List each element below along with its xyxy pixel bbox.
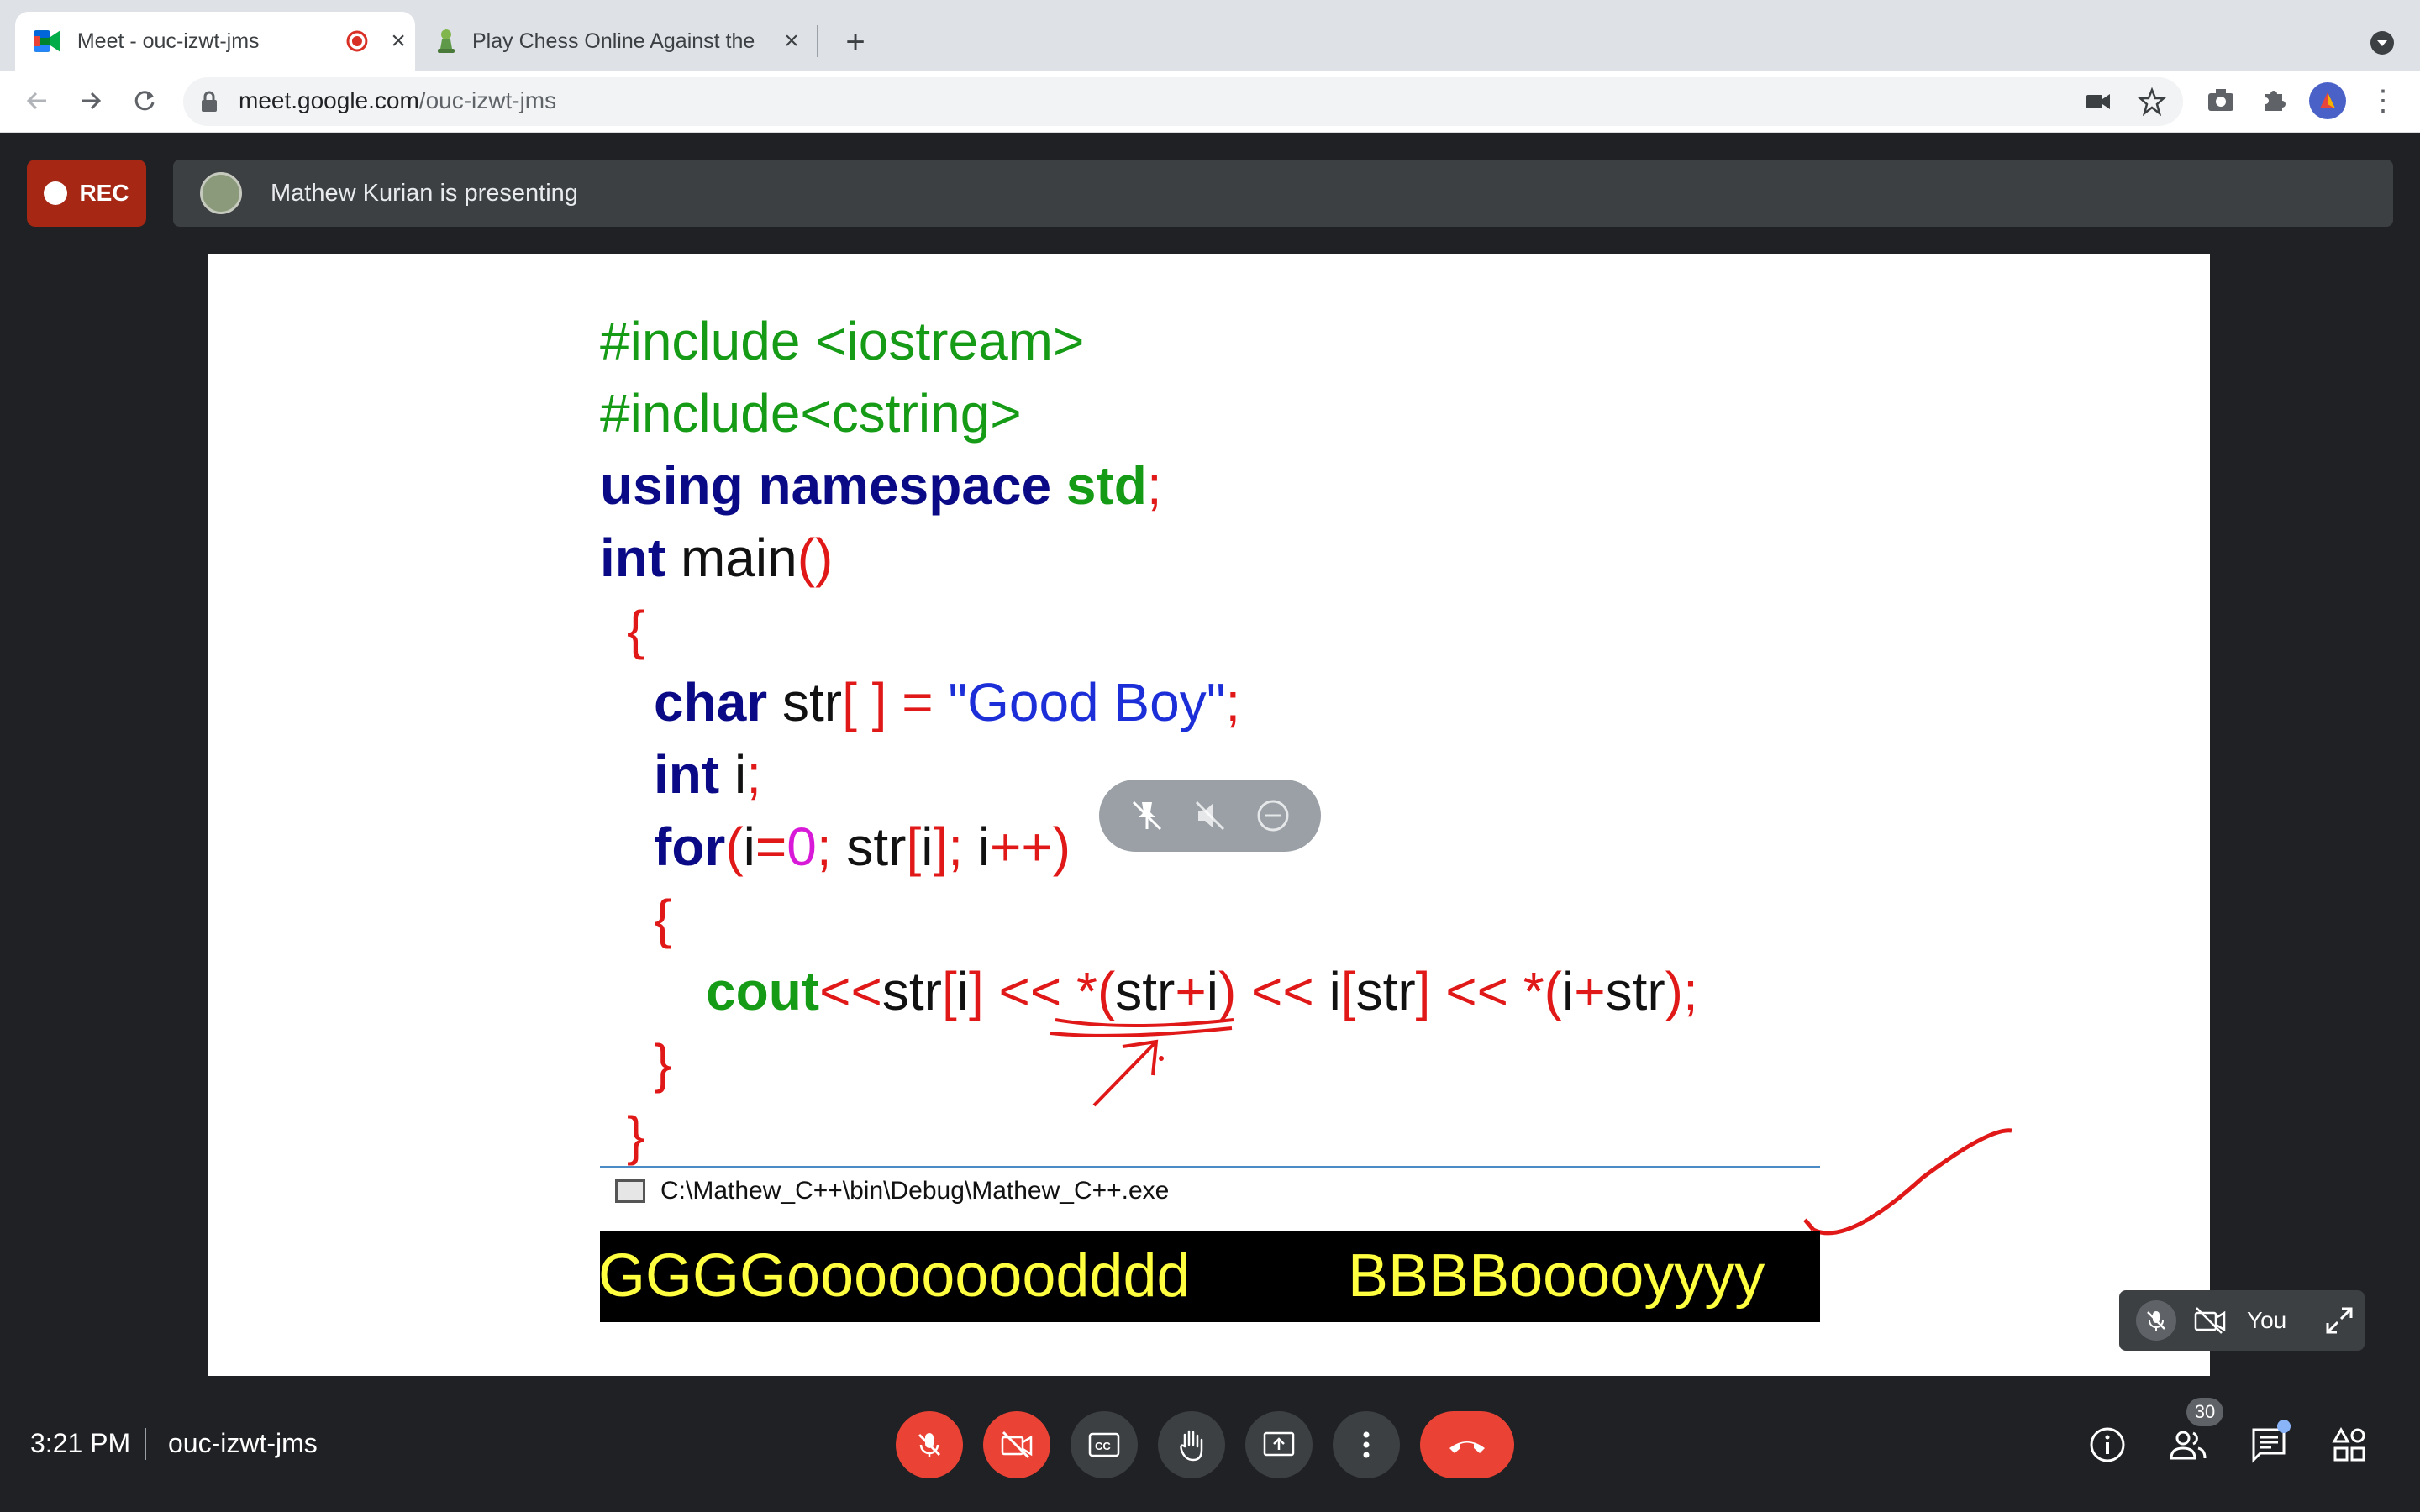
- recording-badge[interactable]: REC: [27, 160, 146, 227]
- mute-audio-icon[interactable]: [1190, 795, 1230, 836]
- browser-menu-button[interactable]: ⋮: [2363, 81, 2403, 121]
- tab-search-button[interactable]: [2370, 30, 2395, 60]
- participant-count-badge: 30: [2186, 1398, 2223, 1426]
- presenter-avatar: [200, 172, 242, 214]
- people-icon: [2170, 1431, 2207, 1460]
- chess-pawn-icon: [438, 29, 455, 53]
- tab-title: Meet - ouc-izwt-jms: [76, 29, 260, 53]
- profile-avatar[interactable]: [2309, 82, 2346, 119]
- presenter-text: Mathew Kurian is presenting: [271, 179, 578, 207]
- record-dot-icon: [44, 181, 68, 205]
- camera-off-icon: [2194, 1307, 2226, 1334]
- mic-off-icon: [2147, 1311, 2165, 1331]
- unpin-icon[interactable]: [1127, 795, 1167, 836]
- address-bar[interactable]: meet.google.com/ouc-izwt-jms: [183, 77, 2183, 126]
- participant-hover-controls: [1099, 780, 1321, 852]
- bookmark-star-icon[interactable]: [2138, 87, 2166, 116]
- presenting-banner: Mathew Kurian is presenting: [173, 160, 2393, 227]
- more-options-button[interactable]: [1333, 1411, 1400, 1478]
- console-output-line-2: BBBBooooyyyy: [1348, 1242, 1765, 1310]
- self-view-tile[interactable]: You: [2119, 1290, 2365, 1351]
- recording-label: REC: [79, 180, 129, 206]
- present-screen-icon: [1263, 1431, 1295, 1457]
- back-button[interactable]: [17, 81, 57, 121]
- svg-text:CC: CC: [1095, 1440, 1111, 1452]
- tab-divider: [817, 25, 818, 57]
- hang-up-icon: [1449, 1441, 1485, 1453]
- profile-icon: [2320, 92, 2335, 108]
- recording-indicator-icon: [346, 30, 368, 52]
- leave-call-button[interactable]: [1420, 1411, 1514, 1478]
- arrow-left-icon: [26, 92, 46, 110]
- camera-in-use-icon[interactable]: [2086, 91, 2111, 113]
- console-output-line-1: GGGGoooooooodddd: [598, 1242, 1191, 1310]
- screenshot-icon[interactable]: [2207, 87, 2235, 113]
- camera-toggle-button[interactable]: [983, 1411, 1050, 1478]
- arrow-right-icon: [82, 92, 102, 110]
- self-mic-off-indicator: [2136, 1300, 2176, 1341]
- info-icon: [2090, 1427, 2125, 1462]
- meeting-clock: 3:21 PM: [30, 1428, 131, 1458]
- raise-hand-button[interactable]: [1158, 1411, 1225, 1478]
- captions-button[interactable]: CC: [1071, 1411, 1138, 1478]
- url-domain: meet.google.com: [239, 87, 419, 113]
- closed-captions-icon: CC: [1088, 1432, 1120, 1457]
- bottom-bar-divider: [145, 1428, 146, 1460]
- mic-off-icon: [918, 1433, 941, 1457]
- console-title: C:\Mathew_C++\bin\Debug\Mathew_C++.exe: [660, 1176, 1170, 1205]
- new-tab-button[interactable]: +: [835, 22, 876, 62]
- activities-button[interactable]: [2328, 1423, 2371, 1467]
- lock-icon: [202, 91, 217, 112]
- more-vertical-icon: [1363, 1431, 1370, 1458]
- url-path: /ouc-izwt-jms: [418, 87, 557, 113]
- reload-button[interactable]: [124, 81, 165, 121]
- reload-icon: [134, 91, 155, 111]
- console-window-titlebar: C:\Mathew_C++\bin\Debug\Mathew_C++.exe: [600, 1166, 1820, 1213]
- chevron-down-icon: [2370, 31, 2394, 55]
- console-window-icon: [615, 1179, 645, 1203]
- people-button[interactable]: [2166, 1423, 2210, 1467]
- meeting-code: ouc-izwt-jms: [168, 1428, 318, 1458]
- raise-hand-icon: [1180, 1430, 1203, 1462]
- expand-icon[interactable]: [2325, 1306, 2354, 1335]
- activities-shapes-icon: [2332, 1426, 2365, 1462]
- tab-title: Play Chess Online Against the C: [472, 29, 758, 53]
- remove-participant-icon[interactable]: [1253, 795, 1293, 836]
- tab-chess[interactable]: Play Chess Online Against the C ×: [427, 12, 822, 71]
- meeting-details-button[interactable]: [2086, 1423, 2129, 1467]
- console-output: GGGGoooooooodddd BBBBooooyyyy: [598, 1231, 1820, 1322]
- tab-meet[interactable]: Meet - ouc-izwt-jms ×: [15, 12, 415, 71]
- present-now-button[interactable]: [1245, 1411, 1313, 1478]
- chat-unread-dot: [2277, 1420, 2291, 1433]
- forward-button[interactable]: [71, 81, 111, 121]
- extensions-puzzle-icon[interactable]: [2260, 86, 2289, 114]
- url-text: meet.google.com/ouc-izwt-jms: [239, 87, 556, 114]
- microphone-toggle-button[interactable]: [896, 1411, 963, 1478]
- tab-close-icon[interactable]: ×: [775, 27, 808, 55]
- tab-close-icon[interactable]: ×: [381, 27, 415, 55]
- google-meet-icon: [34, 30, 60, 52]
- camera-off-icon: [1001, 1431, 1033, 1459]
- self-label: You: [2247, 1307, 2287, 1333]
